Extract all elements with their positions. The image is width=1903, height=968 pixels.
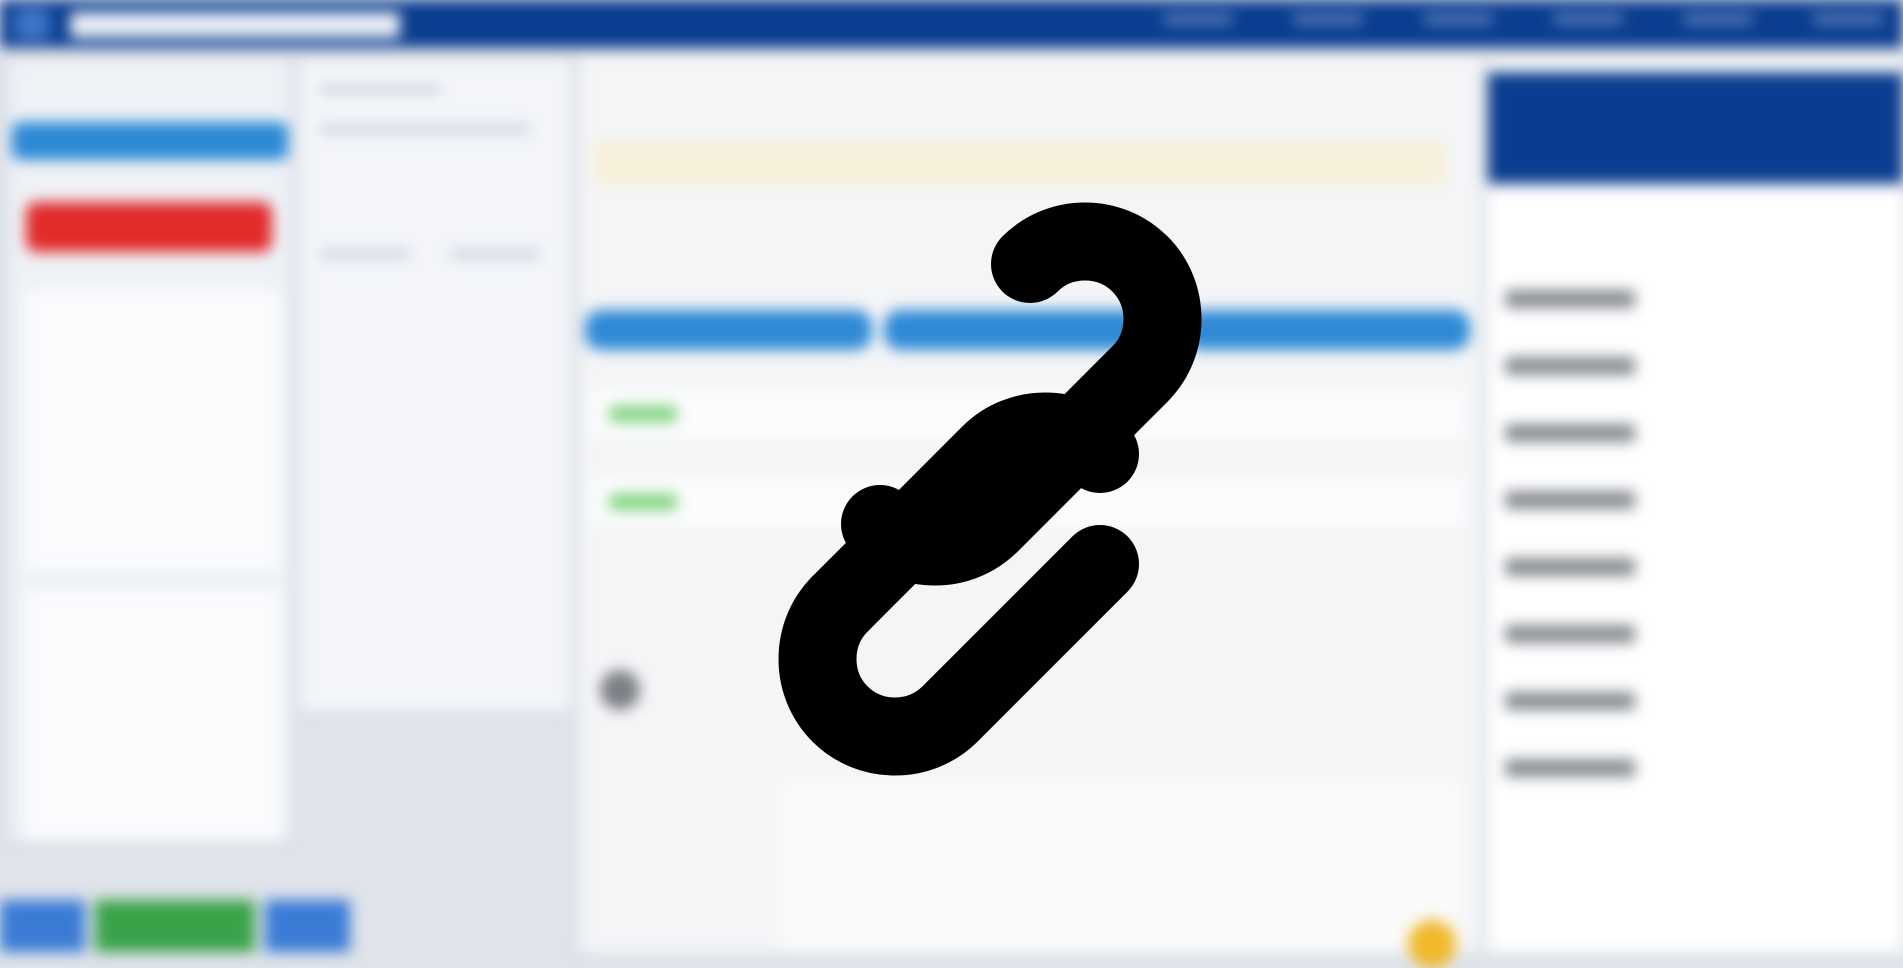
middle-panel	[300, 60, 570, 710]
list-item[interactable]	[1505, 759, 1635, 777]
info-card	[25, 590, 280, 840]
list-item[interactable]	[1505, 424, 1635, 442]
nav-item[interactable]	[1683, 14, 1753, 24]
list-item[interactable]	[1505, 290, 1635, 308]
list-item[interactable]	[1505, 558, 1635, 576]
list-item[interactable]	[1505, 692, 1635, 710]
link-icon	[778, 202, 1202, 776]
bottom-tabs	[0, 900, 350, 952]
status-badge	[608, 494, 678, 510]
panel-text	[320, 250, 410, 258]
right-sidebar-header	[1488, 72, 1903, 184]
nav-item[interactable]	[1293, 14, 1363, 24]
status-badge	[608, 406, 678, 422]
search-input[interactable]	[70, 12, 400, 38]
nav-item[interactable]	[1163, 14, 1233, 24]
notification-badge[interactable]	[1408, 920, 1456, 968]
danger-action-button[interactable]	[26, 202, 272, 252]
list-item[interactable]	[1505, 625, 1635, 643]
nav-item[interactable]	[1813, 14, 1883, 24]
avatar	[600, 670, 640, 710]
primary-action-button[interactable]	[12, 122, 288, 160]
panel-text	[450, 250, 540, 258]
panel-text	[320, 125, 530, 133]
top-navigation-bar	[0, 0, 1903, 48]
nav-item[interactable]	[1423, 14, 1493, 24]
panel-heading	[320, 85, 440, 93]
bottom-tab[interactable]	[95, 900, 255, 952]
bottom-tab[interactable]	[0, 900, 85, 952]
list-item[interactable]	[1505, 357, 1635, 375]
top-nav-items	[1163, 14, 1883, 24]
warning-banner	[595, 140, 1445, 186]
list-item[interactable]	[1505, 491, 1635, 509]
nav-item[interactable]	[1553, 14, 1623, 24]
info-card	[25, 290, 280, 570]
app-logo	[14, 8, 50, 40]
bottom-tab[interactable]	[265, 900, 350, 952]
